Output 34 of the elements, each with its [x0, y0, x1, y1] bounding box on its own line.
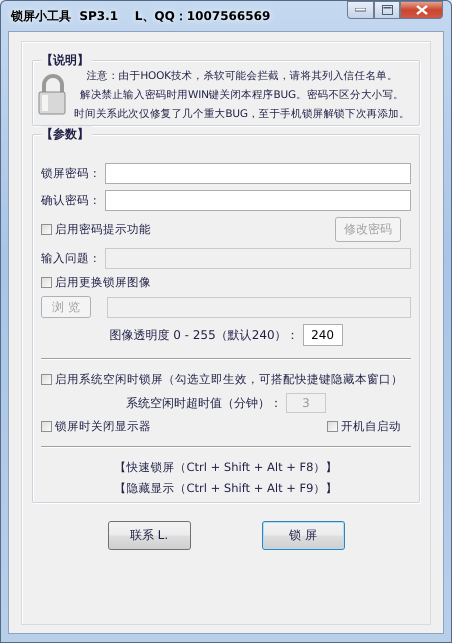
checkbox-label[interactable]: 启用更换锁屏图像 — [55, 275, 151, 290]
group-title: 【参数】 — [41, 126, 92, 143]
checkbox[interactable] — [41, 277, 52, 288]
close-button[interactable] — [400, 1, 443, 19]
checkbox-label[interactable]: 启用密码提示功能 — [55, 222, 151, 237]
opacity-label: 图像透明度 0 - 255（默认240）： — [109, 326, 299, 344]
checkbox-label[interactable]: 开机自启动 — [341, 419, 401, 434]
field-label: 锁屏密码： — [41, 166, 101, 181]
checkbox[interactable] — [41, 224, 52, 235]
checkbox-label[interactable]: 锁屏时关闭显示器 — [55, 419, 151, 434]
dialog-button[interactable]: 联系 L. — [108, 521, 190, 550]
window-title: 锁屏小工具 SP3.1 L、QQ：1007566569 — [11, 8, 270, 24]
opacity-field[interactable]: 240 — [302, 324, 343, 346]
notice-text: 时间关系此次仅修复了几个重大BUG，至于手机锁屏解锁下次再添加。 — [74, 107, 410, 121]
field-label: 输入问题： — [41, 251, 101, 266]
confirm-password-field[interactable] — [105, 190, 411, 211]
notice-text: 注意：由于HOOK技术，杀软可能会拦截，请将其列入信任名单。 — [86, 69, 398, 83]
checkbox[interactable] — [327, 421, 338, 432]
group-title: 【说明】 — [41, 52, 92, 69]
minimize-icon — [355, 8, 366, 12]
checkbox[interactable] — [41, 374, 52, 385]
field-label: 确认密码： — [41, 193, 101, 208]
checkbox-label[interactable]: 启用系统空闲时锁屏（勾选立即生效，可搭配快捷键隐藏本窗口） — [55, 372, 403, 387]
idle-timeout-label: 系统空闲时超时值（分钟）： — [126, 394, 282, 412]
notice-text: 解决禁止输入密码时用WIN键关闭本程序BUG。密码不区分大小写。 — [80, 88, 404, 102]
hotkey-text: 【隐藏显示（Ctrl + Shift + Alt + F9）】 — [114, 481, 338, 496]
password-field[interactable] — [105, 163, 411, 184]
dialog-button[interactable]: 锁 屏 — [262, 521, 344, 550]
close-icon — [416, 5, 428, 15]
maximize-button[interactable] — [374, 1, 400, 19]
checkbox[interactable] — [41, 421, 52, 432]
minimize-button[interactable] — [347, 1, 374, 19]
hotkey-text: 【快速锁屏（Ctrl + Shift + Alt + F8）】 — [114, 460, 338, 475]
maximize-icon — [382, 5, 392, 15]
